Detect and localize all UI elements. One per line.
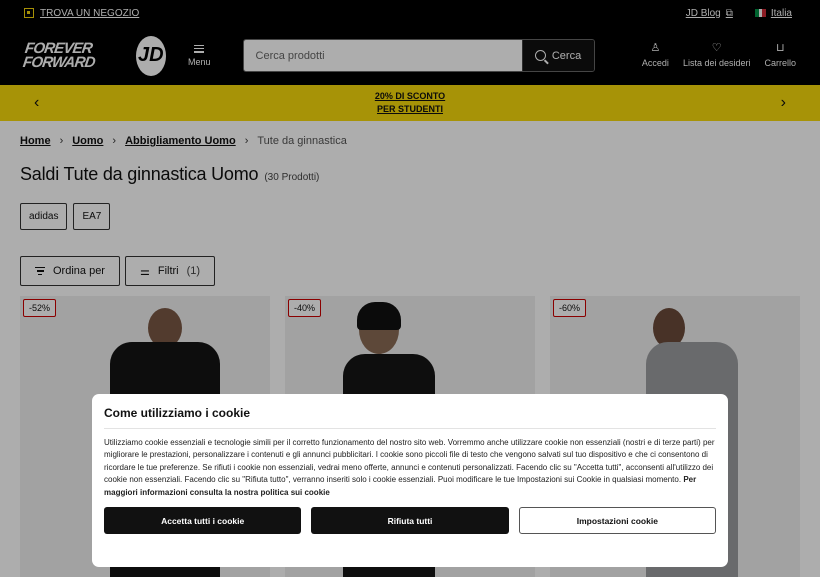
- reject-all-cookies-button[interactable]: Rifiuta tutti: [311, 507, 509, 535]
- accept-all-cookies-button[interactable]: Accetta tutti i cookie: [104, 507, 302, 535]
- cookie-dialog-text: Utilizziamo cookie essenziali e tecnolog…: [104, 437, 716, 499]
- cookie-body-text: Utilizziamo cookie essenziali e tecnolog…: [104, 438, 715, 485]
- cookie-dialog-title: Come utilizziamo i cookie: [104, 406, 716, 429]
- cookie-consent-dialog: Come utilizziamo i cookie Utilizziamo co…: [92, 394, 728, 567]
- cookie-settings-button[interactable]: Impostazioni cookie: [518, 507, 716, 535]
